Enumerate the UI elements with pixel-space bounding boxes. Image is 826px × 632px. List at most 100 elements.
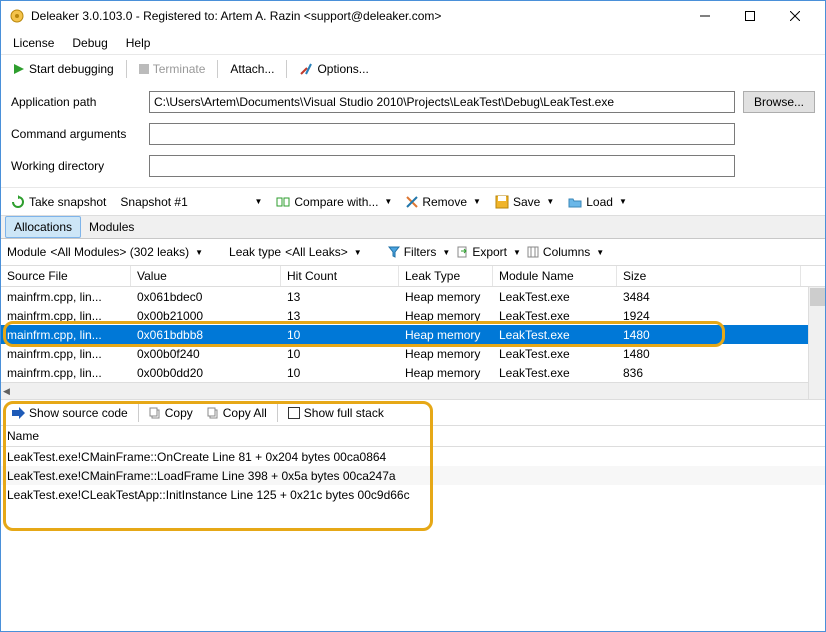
scroll-left-icon[interactable]: ◀ [3, 386, 10, 397]
filters-button[interactable]: Filters ▼ [388, 245, 451, 259]
separator [286, 60, 287, 78]
stack-row[interactable]: LeakTest.exe!CMainFrame::LoadFrame Line … [1, 466, 825, 485]
toolbar: Start debugging Terminate Attach... Opti… [1, 55, 825, 83]
table-header: Source File Value Hit Count Leak Type Mo… [1, 265, 825, 287]
col-source-file[interactable]: Source File [1, 266, 131, 286]
snapshot-bar: Take snapshot Snapshot #1 ▼ Compare with… [1, 187, 825, 215]
stop-icon [139, 64, 149, 74]
separator [138, 404, 139, 422]
cell: 0x061bdbb8 [131, 327, 281, 343]
table-row[interactable]: mainfrm.cpp, lin...0x00b2100013Heap memo… [1, 306, 825, 325]
cell: mainfrm.cpp, lin... [1, 365, 131, 381]
checkbox-icon [288, 407, 300, 419]
chevron-down-icon: ▼ [254, 197, 262, 206]
table-row[interactable]: mainfrm.cpp, lin...0x061bdbb810Heap memo… [1, 325, 825, 344]
chevron-down-icon: ▼ [546, 197, 554, 206]
work-dir-input[interactable] [149, 155, 735, 177]
show-full-stack-checkbox[interactable]: Show full stack [284, 404, 388, 422]
funnel-icon [388, 246, 400, 258]
play-icon [13, 63, 25, 75]
cell: mainfrm.cpp, lin... [1, 346, 131, 362]
separator [217, 60, 218, 78]
stack-row[interactable]: LeakTest.exe!CLeakTestApp::InitInstance … [1, 485, 825, 504]
maximize-button[interactable] [727, 1, 772, 31]
cell: LeakTest.exe [493, 346, 617, 362]
copy-all-icon [207, 407, 219, 419]
cell: Heap memory [399, 289, 493, 305]
tab-modules[interactable]: Modules [81, 217, 142, 237]
window-title: Deleaker 3.0.103.0 - Registered to: Arte… [31, 9, 682, 23]
stack-row[interactable]: LeakTest.exe!CMainFrame::OnCreate Line 8… [1, 447, 825, 466]
separator [126, 60, 127, 78]
menu-debug[interactable]: Debug [72, 36, 107, 50]
cell: 10 [281, 327, 399, 343]
compare-button[interactable]: Compare with... ▼ [272, 193, 396, 211]
cell: 836 [617, 365, 801, 381]
tab-allocations[interactable]: Allocations [5, 216, 81, 238]
columns-button[interactable]: Columns ▼ [527, 245, 604, 259]
cell: LeakTest.exe [493, 327, 617, 343]
scroll-thumb[interactable] [810, 288, 825, 306]
show-source-button[interactable]: Show source code [7, 404, 132, 422]
cell: 0x00b21000 [131, 308, 281, 324]
cell: Heap memory [399, 327, 493, 343]
close-button[interactable] [772, 1, 817, 31]
form-area: Application path Command arguments Worki… [1, 83, 825, 187]
stack-body: LeakTest.exe!CMainFrame::OnCreate Line 8… [1, 447, 825, 587]
cell: Heap memory [399, 365, 493, 381]
export-button[interactable]: Export ▼ [456, 245, 521, 259]
tabsbar: Allocations Modules [1, 215, 825, 239]
take-snapshot-button[interactable]: Take snapshot [7, 193, 110, 211]
table-row[interactable]: mainfrm.cpp, lin...0x061bdec013Heap memo… [1, 287, 825, 306]
save-icon [495, 195, 509, 209]
col-value[interactable]: Value [131, 266, 281, 286]
browse-button[interactable]: Browse... [743, 91, 815, 113]
app-path-input[interactable] [149, 91, 735, 113]
menu-help[interactable]: Help [126, 36, 151, 50]
cell: Heap memory [399, 308, 493, 324]
cell: 1480 [617, 327, 801, 343]
col-module-name[interactable]: Module Name [493, 266, 617, 286]
cmd-args-label: Command arguments [11, 127, 149, 141]
attach-button[interactable]: Attach... [226, 60, 278, 78]
tools-icon [299, 62, 313, 76]
options-button[interactable]: Options... [295, 60, 372, 78]
cell: mainfrm.cpp, lin... [1, 289, 131, 305]
app-path-label: Application path [11, 95, 149, 109]
start-debugging-button[interactable]: Start debugging [9, 60, 118, 78]
save-button[interactable]: Save ▼ [491, 193, 558, 211]
copy-button[interactable]: Copy [145, 404, 197, 422]
cell: 1480 [617, 346, 801, 362]
remove-button[interactable]: Remove ▼ [402, 193, 485, 211]
col-hit-count[interactable]: Hit Count [281, 266, 399, 286]
module-filter[interactable]: Module <All Modules> (302 leaks) ▼ [7, 245, 203, 259]
cell: 10 [281, 365, 399, 381]
copy-all-button[interactable]: Copy All [203, 404, 271, 422]
cell: 0x00b0f240 [131, 346, 281, 362]
load-button[interactable]: Load ▼ [564, 193, 631, 211]
cell: LeakTest.exe [493, 308, 617, 324]
cell: 3484 [617, 289, 801, 305]
vertical-scrollbar[interactable] [808, 287, 825, 399]
col-size[interactable]: Size [617, 266, 801, 286]
cmd-args-input[interactable] [149, 123, 735, 145]
horizontal-scrollbar[interactable]: ◀ ▶ [1, 382, 825, 399]
minimize-button[interactable] [682, 1, 727, 31]
table-row[interactable]: mainfrm.cpp, lin...0x00b0dd2010Heap memo… [1, 363, 825, 382]
chevron-down-icon: ▼ [619, 197, 627, 206]
chevron-down-icon: ▼ [195, 248, 203, 257]
leak-type-filter[interactable]: Leak type <All Leaks> ▼ [229, 245, 362, 259]
table-body: mainfrm.cpp, lin...0x061bdec013Heap memo… [1, 287, 825, 382]
col-leak-type[interactable]: Leak Type [399, 266, 493, 286]
copy-icon [149, 407, 161, 419]
snapshot-dropdown[interactable]: Snapshot #1 ▼ [116, 193, 266, 211]
compare-icon [276, 195, 290, 209]
chevron-down-icon: ▼ [354, 248, 362, 257]
terminate-button[interactable]: Terminate [135, 60, 210, 78]
table-row[interactable]: mainfrm.cpp, lin...0x00b0f24010Heap memo… [1, 344, 825, 363]
separator [277, 404, 278, 422]
export-icon [456, 246, 468, 258]
menu-license[interactable]: License [13, 36, 54, 50]
cell: 13 [281, 289, 399, 305]
col-name[interactable]: Name [1, 426, 825, 446]
